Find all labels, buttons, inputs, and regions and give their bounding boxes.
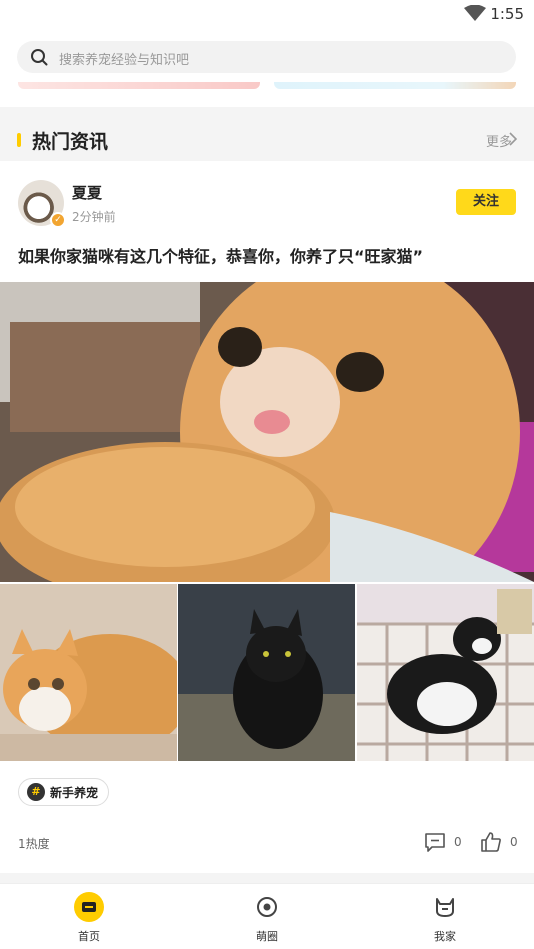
hashtag-icon: # bbox=[27, 783, 45, 801]
cat-face-icon bbox=[436, 898, 454, 917]
post-thumbnail[interactable] bbox=[178, 584, 355, 761]
author-name[interactable]: 夏夏 bbox=[72, 182, 102, 203]
search-placeholder: 搜索养宠经验与知识吧 bbox=[59, 53, 190, 68]
comment-icon bbox=[425, 833, 445, 852]
section-divider bbox=[0, 107, 534, 117]
nav-item-my-home[interactable]: 我家 bbox=[395, 892, 495, 944]
section-title: 热门资讯 bbox=[32, 131, 109, 153]
search-icon bbox=[31, 49, 48, 66]
search-input[interactable]: 搜索养宠经验与知识吧 bbox=[17, 41, 516, 73]
bottom-divider bbox=[0, 873, 534, 883]
nav-label-home: 首页 bbox=[78, 930, 100, 943]
circle-icon bbox=[257, 897, 277, 917]
heat-count: 1热度 bbox=[18, 837, 50, 851]
post-thumbnail[interactable] bbox=[357, 584, 534, 761]
section-accent-bar bbox=[17, 133, 21, 147]
like-count: 0 bbox=[510, 835, 518, 849]
post-main-image[interactable] bbox=[0, 282, 534, 582]
topic-tag[interactable]: # 新手养宠 bbox=[18, 778, 110, 806]
verified-badge-icon: ✓ bbox=[50, 212, 66, 228]
nav-label-my-home: 我家 bbox=[434, 930, 456, 943]
nav-item-home[interactable]: 首页 bbox=[39, 892, 139, 944]
wifi-icon bbox=[464, 5, 486, 21]
chevron-right-icon[interactable] bbox=[509, 132, 517, 146]
like-button[interactable]: 0 bbox=[480, 831, 518, 853]
comment-button[interactable]: 0 bbox=[424, 831, 462, 853]
status-time: 1:55 bbox=[490, 5, 524, 23]
home-icon bbox=[74, 892, 104, 922]
post-title[interactable]: 如果你家猫咪有这几个特征，恭喜你，你养了只“旺家猫” bbox=[18, 243, 423, 267]
status-bar: 1:55 bbox=[0, 0, 534, 30]
banner-card-right[interactable] bbox=[274, 82, 516, 89]
post-thumbnail[interactable] bbox=[0, 584, 177, 761]
topic-tag-label: 新手养宠 bbox=[50, 785, 99, 800]
post-time: 2分钟前 bbox=[72, 210, 116, 224]
nav-label-circle: 萌圈 bbox=[256, 930, 278, 943]
banner-card-left[interactable] bbox=[18, 82, 260, 89]
bottom-nav: 首页 萌圈 我家 bbox=[0, 883, 534, 949]
cat-bread-image bbox=[0, 282, 534, 582]
thumbs-up-icon bbox=[481, 832, 501, 852]
comment-count: 0 bbox=[454, 835, 462, 849]
section-header: 热门资讯 更多 bbox=[0, 117, 534, 161]
follow-button[interactable]: 关注 bbox=[456, 189, 516, 215]
banner-carousel[interactable] bbox=[0, 82, 534, 92]
news-post-card[interactable]: ✓ 夏夏 2分钟前 关注 如果你家猫咪有这几个特征，恭喜你，你养了只“旺家猫” bbox=[0, 161, 534, 873]
nav-item-circle[interactable]: 萌圈 bbox=[217, 892, 317, 944]
avatar[interactable]: ✓ bbox=[18, 180, 66, 228]
post-image-grid bbox=[0, 584, 534, 761]
